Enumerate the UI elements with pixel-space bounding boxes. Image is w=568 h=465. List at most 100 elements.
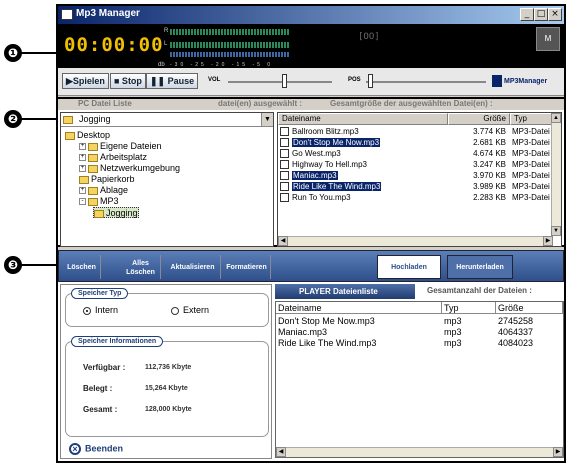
scroll-right-icon[interactable]: ▶ <box>553 447 563 457</box>
file-row[interactable]: Ballroom Blitz.mp3 3.774 KB MP3-Datei <box>278 126 553 137</box>
exit-button[interactable]: × Beenden <box>69 443 123 455</box>
file-name: Run To You.mp3 <box>292 193 351 202</box>
player-file-list: PLAYER Dateienliste Gesamtanzahl der Dat… <box>275 284 564 459</box>
folder-icon <box>65 131 75 140</box>
volume-slider-thumb[interactable] <box>282 74 288 88</box>
file-type: MP3-Datei <box>512 182 550 191</box>
scroll-right-icon[interactable]: ▶ <box>543 236 553 246</box>
player-file-horizontal-scrollbar[interactable]: ◀ ▶ <box>276 447 563 457</box>
file-row[interactable]: Maniac.mp3 3.970 KB MP3-Datei <box>278 170 553 181</box>
pc-file-vertical-scrollbar[interactable]: ▲ ▼ <box>551 113 561 236</box>
storage-type-title: Speicher Typ <box>71 288 129 299</box>
upload-button[interactable]: Hochladen <box>377 255 441 279</box>
tree-node[interactable]: + Arbeitsplatz <box>79 152 147 163</box>
radio-selected-icon <box>83 306 91 315</box>
vu-meter-peak <box>170 52 290 57</box>
external-radio[interactable]: Extern <box>171 305 209 315</box>
file-row[interactable]: Don't Stop Me Now.mp3 2.681 KB MP3-Datei <box>278 137 553 148</box>
collapse-icon[interactable]: - <box>79 198 86 206</box>
tree-node[interactable]: Desktop <box>65 130 110 141</box>
volume-slider[interactable] <box>228 81 332 83</box>
column-header-name[interactable]: Dateiname <box>278 113 448 125</box>
delete-button[interactable]: Löschen <box>63 255 101 279</box>
refresh-button[interactable]: Aktualisieren <box>165 255 221 279</box>
expand-icon[interactable]: + <box>79 187 86 195</box>
file-name-cell: Ride Like The Wind.mp3 <box>280 181 382 192</box>
internal-radio[interactable]: Intern <box>83 305 118 315</box>
player-file-row[interactable]: Don't Stop Me Now.mp3 mp3 2745258 <box>276 316 565 327</box>
file-name-cell: Highway To Hell.mp3 <box>280 159 367 170</box>
position-slider[interactable] <box>366 81 486 83</box>
position-slider-thumb[interactable] <box>368 74 374 88</box>
scroll-up-icon[interactable]: ▲ <box>551 113 561 123</box>
lcd-indicator: [OO] <box>358 32 380 42</box>
window-title: Mp3 Manager <box>76 8 140 19</box>
tree-node[interactable]: + Eigene Dateien <box>79 141 162 152</box>
close-button[interactable]: × <box>548 8 562 21</box>
pc-file-header: PC Datei Liste datei(en) ausgewählt : Ge… <box>58 99 564 110</box>
file-name: Go West.mp3 <box>292 149 341 158</box>
file-row[interactable]: Ride Like The Wind.mp3 3.989 KB MP3-Datei <box>278 181 553 192</box>
tree-node[interactable]: + Netzwerkumgebung <box>79 163 180 174</box>
tree-node[interactable]: - MP3 <box>79 196 119 207</box>
folder-icon <box>79 175 89 184</box>
file-size: 3.970 KB <box>473 171 506 180</box>
player-file-row[interactable]: Maniac.mp3 mp3 4064337 <box>276 327 565 338</box>
player-column-header-name[interactable]: Dateiname <box>276 302 442 314</box>
maximize-button[interactable]: □ <box>534 8 548 21</box>
available-label: Verfügbar : <box>83 363 126 372</box>
expand-icon[interactable]: + <box>79 154 86 162</box>
player-file-list-tab[interactable]: PLAYER Dateienliste <box>275 284 415 299</box>
player-file-count-label: Gesamtanzahl der Dateien : <box>427 286 532 295</box>
chevron-down-icon[interactable]: ▼ <box>261 113 273 126</box>
player-column-header-type[interactable]: Typ <box>442 302 496 314</box>
file-icon <box>280 127 289 136</box>
pause-button[interactable]: ❚❚ Pause <box>146 73 199 89</box>
tree-node-label: Ablage <box>100 185 129 195</box>
file-row[interactable]: Run To You.mp3 2.283 KB MP3-Datei <box>278 192 553 203</box>
stop-button[interactable]: ■ Stop <box>110 73 146 89</box>
column-header-size[interactable]: Größe <box>448 113 510 125</box>
pc-file-horizontal-scrollbar[interactable]: ◀ ▶ <box>278 236 553 246</box>
close-circle-icon: × <box>69 443 81 455</box>
format-button[interactable]: Formatieren <box>223 255 271 279</box>
expand-icon[interactable]: + <box>79 143 86 151</box>
folder-icon <box>63 115 73 124</box>
selected-size-label: Gesamtgröße der ausgewählten Datei(en) : <box>330 99 493 108</box>
folder-combobox-value: Jogging <box>79 114 111 124</box>
tree-node[interactable]: Jogging <box>93 207 139 218</box>
app-logo-icon: M <box>536 27 560 51</box>
tree-node[interactable]: Papierkorb <box>79 174 135 185</box>
player-file-name: Don't Stop Me Now.mp3 <box>278 316 375 326</box>
column-header-type[interactable]: Typ <box>510 113 553 125</box>
tree-node-label: Papierkorb <box>91 174 135 184</box>
minimize-button[interactable]: _ <box>520 8 534 21</box>
scroll-left-icon[interactable]: ◀ <box>278 236 288 246</box>
scroll-left-icon[interactable]: ◀ <box>276 447 286 457</box>
file-name-cell: Ballroom Blitz.mp3 <box>280 126 359 137</box>
internal-radio-label: Intern <box>95 305 119 315</box>
file-icon <box>280 149 289 158</box>
delete-all-button[interactable]: Alles Löschen <box>121 255 161 279</box>
title-bar[interactable]: Mp3 Manager _ □ × <box>58 6 564 24</box>
tree-node-label: MP3 <box>100 196 119 206</box>
app-icon <box>61 9 73 20</box>
pc-list-title: PC Datei Liste <box>78 99 132 108</box>
used-label: Belegt : <box>83 384 113 393</box>
player-column-header-size[interactable]: Größe <box>496 302 563 314</box>
tree-node[interactable]: + Ablage <box>79 185 128 196</box>
download-button[interactable]: Herunterladen <box>447 255 513 279</box>
file-type: MP3-Datei <box>512 171 550 180</box>
folder-combobox[interactable]: Jogging ▼ <box>61 113 273 127</box>
play-button[interactable]: ▶Spielen <box>62 73 109 89</box>
file-row[interactable]: Highway To Hell.mp3 3.247 KB MP3-Datei <box>278 159 553 170</box>
callout-2-line <box>20 118 60 120</box>
file-row[interactable]: Go West.mp3 4.674 KB MP3-Datei <box>278 148 553 159</box>
scroll-down-icon[interactable]: ▼ <box>551 226 561 236</box>
file-name-cell: Don't Stop Me Now.mp3 <box>280 137 381 148</box>
folder-icon <box>88 197 98 206</box>
radio-unselected-icon <box>171 306 179 315</box>
expand-icon[interactable]: + <box>79 165 86 173</box>
player-file-row[interactable]: Ride Like The Wind.mp3 mp3 4084023 <box>276 338 565 349</box>
file-type: MP3-Datei <box>512 127 550 136</box>
